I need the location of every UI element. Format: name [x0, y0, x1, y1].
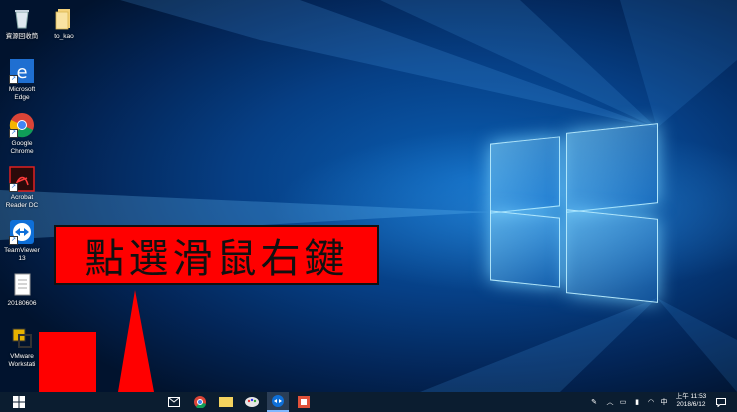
- windows-logo-pane: [566, 209, 658, 303]
- recycle-bin-icon: [9, 5, 35, 31]
- notification-center-icon[interactable]: [714, 392, 728, 412]
- mail-icon: [168, 397, 180, 407]
- tray-pen-icon[interactable]: ✎: [588, 392, 600, 412]
- taskbar-office[interactable]: [293, 392, 315, 412]
- tray-battery-icon[interactable]: ▮: [631, 392, 643, 412]
- taskbar[interactable]: ✎ ︿ ▭ ▮ ◠ 中 上午 11:53 2018/6/12: [0, 392, 737, 412]
- clock-date: 2018/6/12: [676, 401, 706, 408]
- windows-logo-pane: [490, 136, 560, 214]
- paint-icon: [245, 397, 259, 407]
- office-icon: [298, 396, 310, 408]
- chrome-icon: [194, 396, 206, 408]
- taskbar-sticky-notes[interactable]: [215, 392, 237, 412]
- desktop-icon-acrobat[interactable]: ↗ Acrobat Reader DC: [0, 166, 44, 209]
- shortcut-arrow-icon: ↗: [9, 236, 18, 245]
- windows-logo-pane: [566, 123, 658, 213]
- start-button[interactable]: [8, 392, 30, 412]
- windows-logo-pane: [490, 210, 560, 288]
- tray-chevron-up-icon[interactable]: ︿: [605, 392, 615, 412]
- annotation-callout: 點選滑鼠右鍵: [54, 225, 379, 285]
- shortcut-arrow-icon: ↗: [9, 75, 18, 84]
- desktop-icon-vmware[interactable]: VMware Workstati: [0, 325, 44, 368]
- svg-text:e: e: [16, 62, 27, 83]
- shortcut-arrow-icon: ↗: [9, 183, 18, 192]
- shortcut-arrow-icon: ↗: [9, 129, 18, 138]
- desktop-wallpaper[interactable]: 資源回收筒 to_kao e ↗ Microsoft Edge ↗ Google…: [0, 0, 737, 392]
- taskbar-chrome[interactable]: [189, 392, 211, 412]
- tray-network-icon[interactable]: ▭: [617, 392, 629, 412]
- clock-time: 上午 11:53: [675, 393, 707, 400]
- desktop-icon-edge[interactable]: e ↗ Microsoft Edge: [0, 58, 44, 101]
- taskbar-mail[interactable]: [163, 392, 185, 412]
- edge-icon: e ↗: [9, 58, 35, 84]
- desktop-icon-teamviewer[interactable]: ↗ TeamViewer 13: [0, 219, 44, 262]
- desktop-icon-folder[interactable]: to_kao: [42, 5, 86, 41]
- desktop-icon-chrome[interactable]: ↗ Google Chrome: [0, 112, 44, 155]
- tray-wifi-icon[interactable]: ◠: [645, 392, 657, 412]
- teamviewer-icon: [272, 395, 284, 407]
- acrobat-icon: ↗: [9, 166, 35, 192]
- chrome-icon: ↗: [9, 112, 35, 138]
- desktop-icon-recycle-bin[interactable]: 資源回收筒: [0, 5, 44, 41]
- document-icon: [9, 272, 35, 298]
- tray-ime-indicator[interactable]: 中: [658, 392, 670, 412]
- taskbar-paint[interactable]: [241, 392, 263, 412]
- callout-text: 點選滑鼠右鍵: [84, 236, 349, 282]
- start-icon: [13, 396, 25, 408]
- vmware-icon: [9, 325, 35, 351]
- sticky-notes-icon: [219, 397, 233, 407]
- taskbar-teamviewer[interactable]: [267, 392, 289, 412]
- folder-icon: [51, 5, 77, 31]
- desktop-icon-document[interactable]: 20180606: [0, 272, 44, 308]
- teamviewer-icon: ↗: [9, 219, 35, 245]
- taskbar-clock[interactable]: 上午 11:53 2018/6/12: [672, 393, 710, 409]
